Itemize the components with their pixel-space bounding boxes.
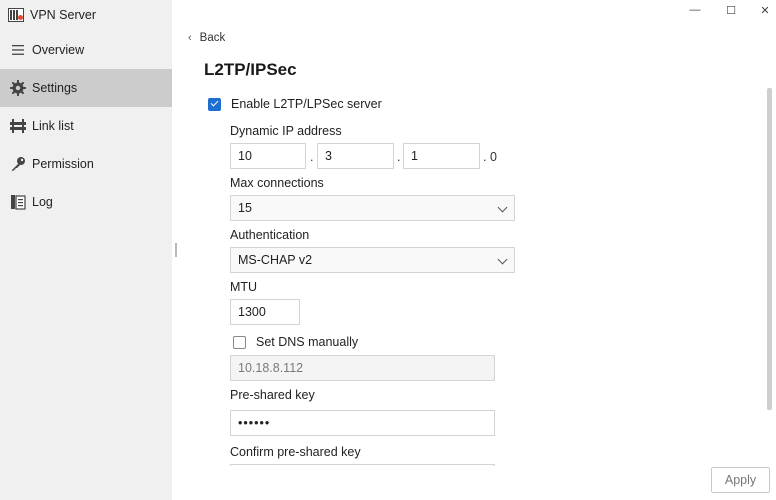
ip-last-octet: . 0 [483,150,497,164]
pre-shared-key-input[interactable]: •••••• [230,410,495,436]
sidebar-item-log[interactable]: Log [0,183,172,221]
ip-octet-3-input[interactable]: 1 [403,143,480,169]
sidebar-item-label: Overview [32,43,85,57]
max-connections-label: Max connections [230,176,324,190]
authentication-select[interactable]: MS-CHAP v2 [230,247,515,273]
authentication-value: MS-CHAP v2 [238,253,313,267]
gear-icon [10,80,26,96]
vpn-server-logo-icon [8,8,24,22]
mtu-input[interactable]: 1300 [230,299,300,325]
vertical-scrollbar[interactable] [767,88,772,410]
pane-splitter-handle[interactable] [175,243,177,257]
sidebar-item-overview[interactable]: Overview [0,31,172,69]
sidebar-item-label: Link list [32,119,74,133]
menu-icon [10,42,26,58]
back-label: Back [199,32,226,44]
sidebar-item-label: Permission [32,157,94,171]
sidebar: VPN Server Overview Settings Link list P… [0,0,172,500]
ip-separator: . [397,150,401,164]
page-title: L2TP/IPSec [204,60,297,79]
enable-l2tp-label: Enable L2TP/LPSec server [231,97,382,111]
chevron-left-icon: ‹ [188,32,192,44]
sidebar-item-permission[interactable]: Permission [0,145,172,183]
app-title-text: VPN Server [30,8,96,22]
chevron-down-icon [497,202,508,213]
dynamic-ip-label: Dynamic IP address [230,124,342,138]
log-icon [10,194,26,210]
app-title: VPN Server [8,7,96,23]
apply-button[interactable]: Apply [711,467,770,493]
dns-input: 10.18.8.112 [230,355,495,381]
max-connections-select[interactable]: 15 [230,195,515,221]
minimize-icon[interactable]: — [688,3,702,17]
sidebar-item-label: Settings [32,81,78,95]
settings-form: Enable L2TP/LPSec server Dynamic IP addr… [204,88,764,466]
set-dns-checkbox[interactable] [233,335,246,349]
max-connections-value: 15 [238,201,252,215]
close-icon[interactable]: ✕ [758,3,772,17]
ip-separator: . [310,150,314,164]
pre-shared-key-label: Pre-shared key [230,388,315,402]
sidebar-item-link-list[interactable]: Link list [0,107,172,145]
mtu-label: MTU [230,280,258,294]
sidebar-item-settings[interactable]: Settings [0,69,172,107]
set-dns-label: Set DNS manually [256,335,359,349]
enable-l2tp-checkbox-row[interactable]: Enable L2TP/LPSec server [208,97,382,111]
key-icon [10,156,26,172]
confirm-pre-shared-key-input[interactable] [230,464,495,466]
maximize-icon[interactable]: ☐ [724,3,738,17]
sidebar-item-label: Log [32,195,53,209]
back-button[interactable]: ‹ Back [188,32,225,44]
chevron-down-icon [497,254,508,265]
confirm-pre-shared-key-label: Confirm pre-shared key [230,445,361,459]
authentication-label: Authentication [230,228,310,242]
sidebar-nav: Overview Settings Link list Permission L… [0,31,172,221]
link-list-icon [10,118,26,134]
set-dns-checkbox-row[interactable]: Set DNS manually [233,335,358,349]
enable-l2tp-checkbox[interactable] [208,97,221,111]
ip-octet-1-input[interactable]: 10 [230,143,306,169]
ip-octet-2-input[interactable]: 3 [317,143,394,169]
